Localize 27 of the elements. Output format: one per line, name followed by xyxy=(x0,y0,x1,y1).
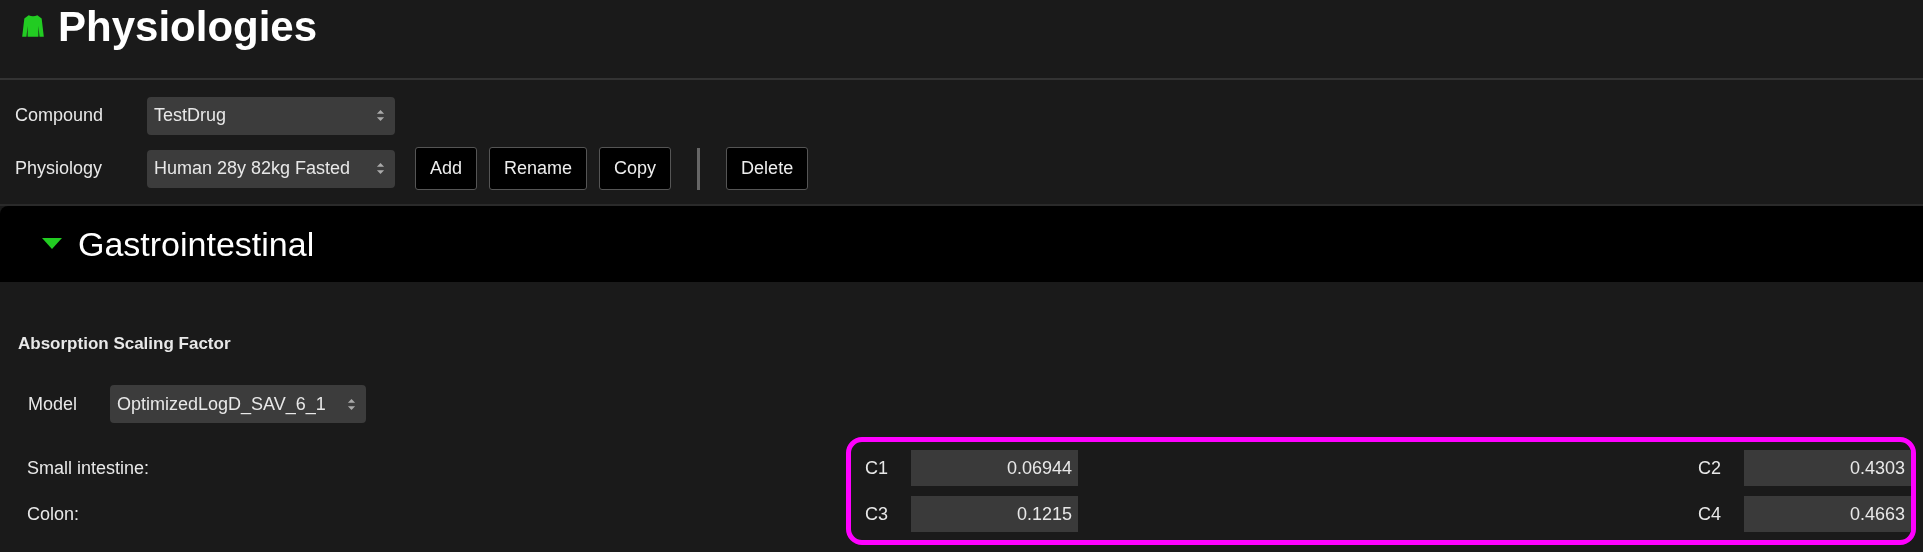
value-field[interactable]: 0.4663 xyxy=(1744,496,1911,532)
field-label: Model xyxy=(28,393,79,415)
value-field[interactable]: 0.1215 xyxy=(911,496,1078,532)
coefficient-label: C3 xyxy=(865,503,889,525)
coefficient-label: C1 xyxy=(865,457,889,479)
spinner-icon xyxy=(376,161,385,176)
coefficient-label: C2 xyxy=(1698,457,1722,479)
field-label: Physiology xyxy=(15,158,104,179)
value-field[interactable]: 0.06944 xyxy=(911,450,1078,486)
dropdown[interactable]: OptimizedLogD_SAV_6_1 xyxy=(110,385,366,423)
row-label: Small intestine: xyxy=(27,457,151,480)
spinner-icon xyxy=(376,108,385,123)
spinner-icon xyxy=(347,396,356,412)
page-title: Physiologies xyxy=(58,3,318,51)
field-label: Compound xyxy=(15,105,105,126)
action-button[interactable]: Copy xyxy=(599,147,672,190)
value-field[interactable]: 0.4303 xyxy=(1744,450,1911,486)
action-button[interactable]: Delete xyxy=(726,147,809,190)
row-label: Colon: xyxy=(27,503,81,526)
torso-icon xyxy=(20,13,46,39)
coefficient-label: C4 xyxy=(1698,503,1722,525)
dropdown[interactable]: Human 28y 82kg Fasted xyxy=(147,149,395,188)
dropdown[interactable]: TestDrug xyxy=(147,96,395,135)
action-button[interactable]: Add xyxy=(415,147,478,190)
section-header[interactable]: Gastrointestinal xyxy=(0,206,1923,282)
action-button[interactable]: Rename xyxy=(489,147,588,190)
group-title: Absorption Scaling Factor xyxy=(18,334,232,354)
